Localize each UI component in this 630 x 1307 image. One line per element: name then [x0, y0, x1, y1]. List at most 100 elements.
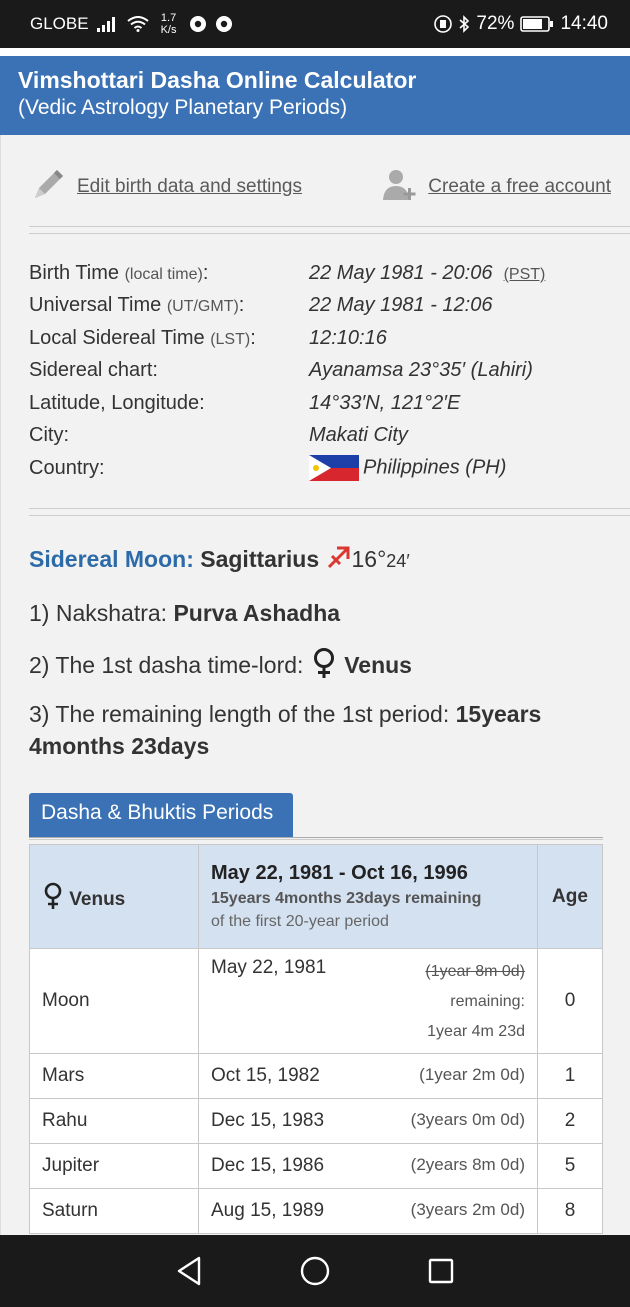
main-content: Edit birth data and settings Create a fr… [0, 135, 630, 1235]
row-planet: Mars [29, 1053, 199, 1099]
venus-icon [310, 648, 338, 678]
back-icon[interactable] [175, 1256, 203, 1286]
row-duration: (3years 2m 0d) [410, 1200, 525, 1219]
edit-birth-data-link-group[interactable]: Edit birth data and settings [29, 168, 302, 207]
carrier-name: GLOBE [30, 14, 89, 33]
network-speed: 1.7 K/s [160, 12, 177, 36]
country-row: Country: Philippines (PH) [29, 452, 619, 485]
header-planet-cell: Venus [29, 844, 199, 949]
tab-dasha-bhuktis[interactable]: Dasha & Bhuktis Periods [29, 793, 293, 837]
divider [29, 226, 630, 234]
city-row: City: Makati City [29, 424, 408, 447]
ayanamsa-value: Ayanamsa 23°35′ (Lahiri) [309, 359, 533, 382]
page-header: Vimshottari Dasha Online Calculator (Ved… [0, 56, 630, 135]
status-bar: GLOBE 1.7 K/s 72% 14:40 [0, 0, 630, 48]
venus-icon [42, 882, 64, 910]
bluetooth-icon [458, 15, 470, 33]
row-period-cell: Aug 15, 1989 (3years 2m 0d) [198, 1188, 538, 1234]
birth-time-row: Birth Time (local time): 22 May 1981 - 2… [29, 261, 546, 284]
table-row: Moon May 22, 1981 (1year 8m 0d) remainin… [29, 948, 603, 1054]
wifi-icon [126, 16, 149, 32]
header-period: May 22, 1981 - Oct 16, 1996 [211, 862, 468, 884]
row-date: Dec 15, 1983 [211, 1110, 325, 1131]
city-value: Makati City [309, 424, 408, 447]
row-period-cell: Dec 15, 1986 (2years 8m 0d) [198, 1143, 538, 1189]
sidereal-moon-label: Sidereal Moon: [29, 546, 194, 572]
action-links: Edit birth data and settings Create a fr… [29, 167, 611, 207]
local-sidereal-time-value: 12:10:16 [309, 326, 387, 349]
birth-info: Birth Time (local time): 22 May 1981 - 2… [29, 257, 619, 485]
nakshatra-line: 1) Nakshatra: Purva Ashadha [29, 600, 341, 626]
home-icon[interactable] [299, 1255, 331, 1287]
row-date: Aug 15, 1989 [211, 1200, 325, 1221]
chrome-icon [189, 15, 207, 33]
row-date: Dec 15, 1986 [211, 1155, 325, 1176]
table-row: Mars Oct 15, 1982 (1year 2m 0d) 1 [29, 1053, 603, 1099]
table-header-row: Venus May 22, 1981 - Oct 16, 1996 15year… [29, 844, 603, 949]
country-value: Philippines (PH) [363, 456, 507, 479]
local-sidereal-time-row: Local Sidereal Time (LST): 12:10:16 [29, 326, 387, 349]
row-planet: Jupiter [29, 1143, 199, 1189]
battery-percent: 72% [476, 13, 515, 34]
clock: 14:40 [560, 13, 608, 34]
dasha-lord-line: 2) The 1st dasha time-lord: Venus [29, 647, 609, 681]
moon-minute: 24′ [386, 551, 410, 571]
lat-long-row: Latitude, Longitude: 14°33′N, 121°2′E [29, 391, 461, 414]
signal-icon [96, 16, 119, 32]
row-duration: (2years 8m 0d) [410, 1155, 525, 1174]
nfc-icon [434, 15, 453, 33]
lat-long-value: 14°33′N, 121°2′E [309, 391, 461, 414]
page-title: Vimshottari Dasha Online Calculator [18, 67, 417, 93]
moon-degree: 16° [351, 546, 387, 572]
universal-time-value: 22 May 1981 - 12:06 [309, 294, 493, 317]
table-row: Saturn Aug 15, 1989 (3years 2m 0d) 8 [29, 1188, 603, 1234]
create-account-link-group[interactable]: Create a free account [382, 168, 611, 207]
row-remaining-value: 1year 4m 23d [427, 1023, 525, 1040]
header-remaining: 15years 4months 23days remaining [211, 890, 482, 907]
header-period-cell: May 22, 1981 - Oct 16, 1996 15years 4mon… [198, 844, 538, 949]
dasha-lord-value: Venus [344, 652, 412, 678]
sagittarius-icon [326, 546, 352, 572]
row-period-cell: Oct 15, 1982 (1year 2m 0d) [198, 1053, 538, 1099]
row-age: 8 [537, 1188, 603, 1234]
add-user-icon [382, 168, 418, 207]
sidereal-moon: Sidereal Moon: Sagittarius 16°24′ [29, 545, 619, 573]
timezone-link[interactable]: (PST) [504, 266, 546, 283]
android-nav-bar [0, 1235, 630, 1307]
dasha-table: Venus May 22, 1981 - Oct 16, 1996 15year… [29, 844, 603, 1234]
edit-birth-data-link[interactable]: Edit birth data and settings [77, 176, 302, 198]
pencil-icon [29, 168, 67, 207]
moon-sign: Sagittarius [200, 546, 320, 572]
philippines-flag-icon [309, 455, 359, 482]
row-remaining-label: remaining: [450, 993, 525, 1010]
row-date: Oct 15, 1982 [211, 1065, 320, 1086]
row-planet: Rahu [29, 1098, 199, 1144]
row-duration: (3years 0m 0d) [410, 1110, 525, 1129]
tab-divider [29, 837, 603, 840]
nakshatra-value: Purva Ashadha [173, 600, 341, 626]
divider [29, 508, 630, 516]
row-age: 5 [537, 1143, 603, 1189]
header-age: Age [537, 844, 603, 949]
row-date: May 22, 1981 [211, 957, 327, 978]
chrome-icon [215, 15, 233, 33]
table-row: Rahu Dec 15, 1983 (3years 0m 0d) 2 [29, 1098, 603, 1144]
row-age: 1 [537, 1053, 603, 1099]
row-planet: Saturn [29, 1188, 199, 1234]
universal-time-row: Universal Time (UT/GMT): 22 May 1981 - 1… [29, 294, 493, 317]
remaining-length-line: 3) The remaining length of the 1st perio… [29, 701, 542, 759]
row-age: 0 [537, 948, 603, 1054]
page-subtitle: (Vedic Astrology Planetary Periods) [18, 96, 348, 119]
header-planet: Venus [69, 889, 126, 910]
create-account-link[interactable]: Create a free account [428, 176, 611, 198]
table-row: Jupiter Dec 15, 1986 (2years 8m 0d) 5 [29, 1143, 603, 1189]
battery-icon [520, 15, 554, 33]
row-period-cell: Dec 15, 1983 (3years 0m 0d) [198, 1098, 538, 1144]
header-of-first: of the first 20-year period [211, 913, 389, 930]
row-period-cell: May 22, 1981 (1year 8m 0d) remaining: 1y… [198, 948, 538, 1054]
sidereal-chart-row: Sidereal chart: Ayanamsa 23°35′ (Lahiri) [29, 359, 533, 382]
row-duration: (1year 2m 0d) [419, 1065, 525, 1084]
recents-icon[interactable] [427, 1257, 455, 1285]
status-bar-divider [0, 48, 630, 56]
row-planet: Moon [29, 948, 199, 1054]
